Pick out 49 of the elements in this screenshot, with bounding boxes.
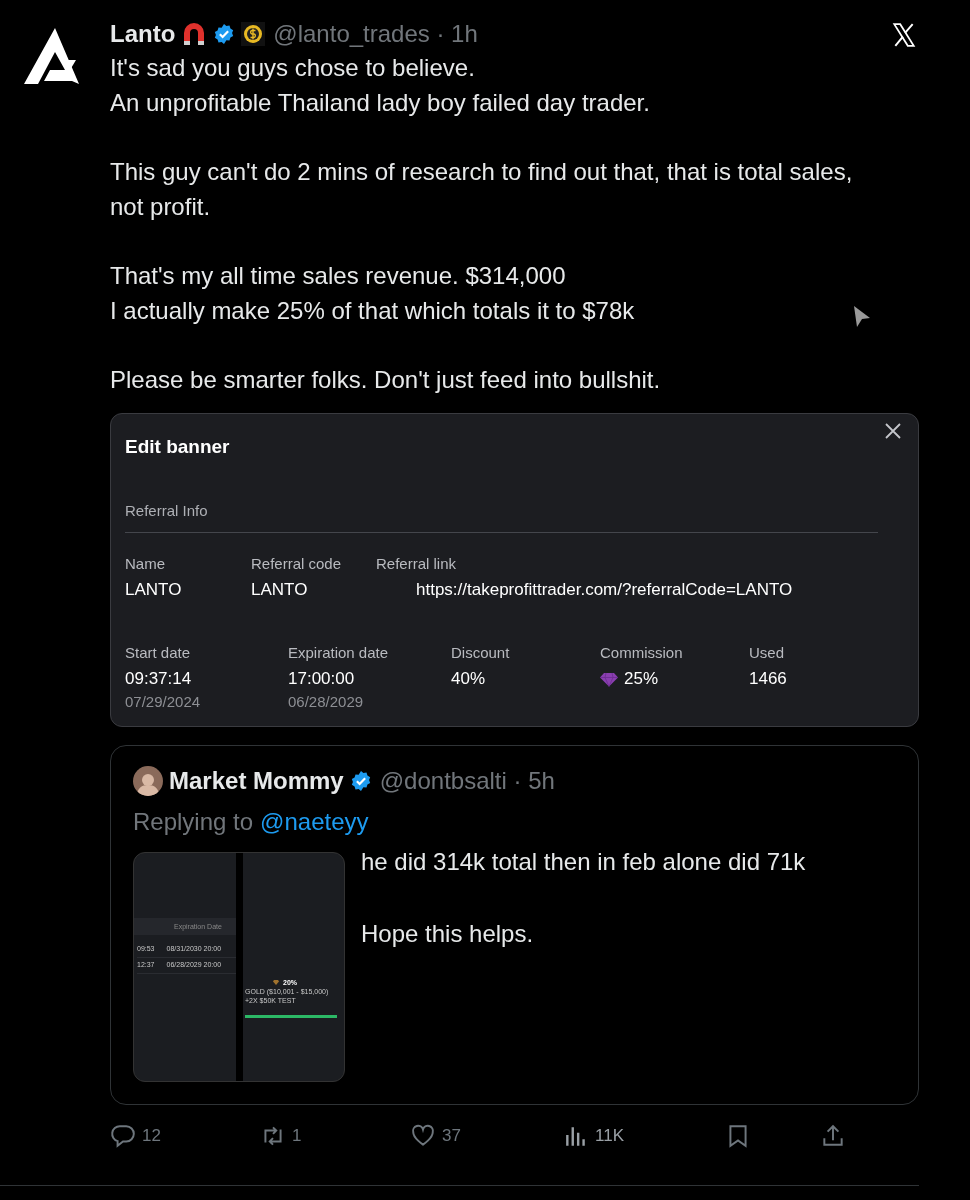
field-label: Expiration date bbox=[288, 644, 389, 661]
field-value: 1466 bbox=[749, 669, 787, 689]
tweet-text: That's my all time sales revenue. $314,000 bbox=[110, 261, 566, 291]
field-label: Name bbox=[125, 555, 165, 572]
tweet-text: not profit. bbox=[110, 192, 211, 222]
display-name[interactable]: Lanto bbox=[110, 20, 176, 48]
quote-text: he did 314k total then in feb alone did 71k bbox=[361, 847, 806, 877]
gem-icon bbox=[600, 671, 618, 687]
mention-link[interactable]: @naeteyy bbox=[260, 808, 369, 836]
field-value: 25% bbox=[624, 669, 659, 689]
tweet-text: It's sad you guys chose to believe. bbox=[110, 53, 475, 83]
tweet-text: Please be smarter folks. Don't just feed into bullshit. bbox=[110, 365, 661, 395]
share-icon bbox=[820, 1123, 846, 1149]
field-value: 09:37:14 bbox=[125, 669, 192, 689]
tweet-text: An unprofitable Thailand lady boy failed day trader. bbox=[110, 88, 650, 118]
section-heading: Referral Info bbox=[125, 502, 208, 519]
field-label: Commission bbox=[600, 644, 683, 661]
gem-icon bbox=[273, 980, 279, 985]
field-value: LANTO bbox=[251, 580, 308, 600]
share-button[interactable] bbox=[820, 1123, 846, 1149]
display-name[interactable]: Market Mommy bbox=[169, 767, 344, 795]
tweet-text: This guy can't do 2 mins of research to find out that, that is total sales, bbox=[110, 157, 853, 187]
banner-title: Edit banner bbox=[125, 436, 230, 458]
reply-button[interactable]: 12 bbox=[110, 1123, 161, 1149]
field-label: Start date bbox=[125, 644, 191, 661]
quote-text: Hope this helps. bbox=[361, 919, 535, 949]
field-label: Discount bbox=[451, 644, 510, 661]
field-value: 40% bbox=[451, 669, 486, 689]
field-date: 07/29/2024 bbox=[125, 693, 201, 710]
repost-button[interactable]: 1 bbox=[260, 1123, 302, 1149]
views-button[interactable]: 11K bbox=[563, 1123, 624, 1149]
person-silhouette-icon bbox=[137, 772, 159, 796]
field-value: LANTO bbox=[125, 580, 182, 600]
like-button[interactable]: 37 bbox=[410, 1123, 461, 1149]
field-date: 06/28/2029 bbox=[288, 693, 364, 710]
coin-icon bbox=[241, 22, 266, 46]
field-label: Used bbox=[749, 644, 785, 661]
field-label: Referral code bbox=[251, 555, 342, 572]
field-value: 17:00:00 bbox=[288, 669, 355, 689]
field-value: https://takeprofittrader.com/?referralCode=LANTO bbox=[416, 580, 793, 600]
field-label: Referral link bbox=[376, 555, 457, 572]
close-icon bbox=[884, 422, 902, 440]
tweet-text: I actually make 25% of that which totals it to $78k bbox=[110, 296, 635, 326]
reply-label: Replying to bbox=[133, 808, 254, 836]
reply-icon bbox=[110, 1123, 136, 1149]
x-logo-icon[interactable] bbox=[891, 22, 917, 48]
avatar[interactable] bbox=[133, 766, 163, 796]
handle[interactable]: @dontbsalti · 5h bbox=[379, 767, 555, 795]
handle[interactable]: @lanto_trades · 1h bbox=[273, 20, 478, 48]
